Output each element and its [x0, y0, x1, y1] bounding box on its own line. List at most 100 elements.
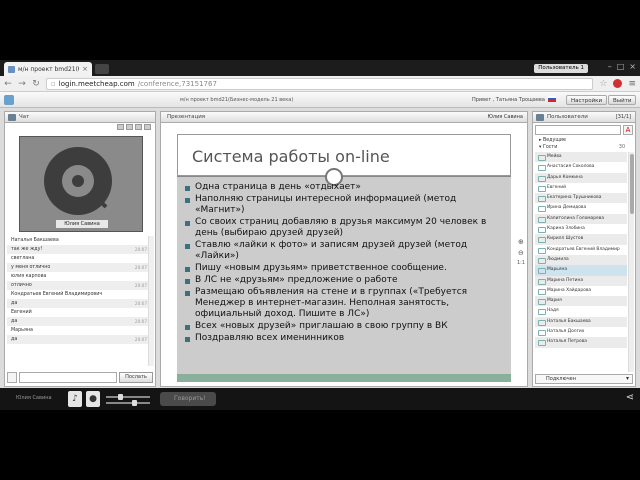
forward-icon[interactable]: →	[18, 79, 26, 89]
language-flag-icon[interactable]	[548, 96, 556, 102]
chat-message-input[interactable]	[19, 372, 117, 383]
no-camera-icon	[44, 147, 112, 215]
extension-icon[interactable]	[613, 79, 623, 88]
users-search-row: A	[535, 125, 633, 135]
user-list-item[interactable]: Марьяна	[535, 265, 627, 276]
chat-message-text: у меня отлично	[11, 265, 51, 270]
slide-divider	[177, 176, 511, 177]
chat-message-text: да	[11, 337, 18, 342]
user-list-item[interactable]: Дарья Комкина	[535, 172, 627, 183]
user-list-item[interactable]: Анастасия Соколова	[535, 162, 627, 172]
presentation-header: Презентация Юлия Савина	[161, 112, 527, 123]
users-scrollbar[interactable]	[628, 152, 634, 372]
group-guests[interactable]: ▾ Гости 30	[535, 144, 627, 151]
webcam-video: Юлия Савина	[19, 136, 143, 232]
slide-bullet: В ЛС не «друзьям» предложение о работе	[185, 275, 507, 286]
slide: Система работы on-line Одна страница в д…	[177, 134, 511, 382]
chat-tool-icon[interactable]	[135, 124, 142, 130]
user-list-item[interactable]: Людмила	[535, 254, 627, 266]
chat-message-text: да	[11, 301, 18, 306]
webcam-user-label: Юлия Савина	[56, 220, 108, 228]
chat-message: да 20:07	[7, 299, 149, 308]
reload-icon[interactable]: ↻	[32, 79, 40, 89]
send-button[interactable]: Послать	[119, 372, 153, 383]
slide-bullet: Наполняю страницы интересной информацией…	[185, 194, 507, 216]
mic-volume-slider[interactable]	[106, 394, 150, 400]
chat-message: да 20:07	[7, 335, 149, 344]
user-list-item[interactable]: Наталья Долгих	[535, 327, 627, 337]
chat-title: Чат	[19, 114, 30, 120]
app-logo-icon	[4, 94, 14, 105]
slide-bullet: Поздравляю всех именинников	[185, 333, 507, 344]
media-control-bar: Юлия Савина ♪ ● Говорить! ⋖	[0, 388, 640, 410]
main-area: Чат Юлия Савина Наталья Бакшаева так же ж…	[0, 108, 640, 388]
user-list-item[interactable]: Марина Петина	[535, 275, 627, 286]
window-controls: – □ ×	[608, 62, 636, 71]
user-list-item[interactable]: Евгений	[535, 183, 627, 193]
chat-tool-icon[interactable]	[117, 124, 124, 130]
users-scroll-thumb[interactable]	[630, 154, 634, 214]
microphone-icon[interactable]: ♪	[68, 391, 82, 407]
users-icon	[536, 114, 544, 121]
talk-button[interactable]: Говорить!	[160, 392, 216, 406]
smiley-icon[interactable]	[7, 372, 17, 383]
zoom-level[interactable]: 1:1	[517, 260, 525, 266]
browser-tab-bar: м/н проект bmd21(бо × Пользователь 1 – □…	[0, 60, 640, 76]
new-tab-button[interactable]	[95, 64, 109, 74]
browser-menu-icon[interactable]: ≡	[628, 79, 636, 89]
status-select[interactable]: Подключен	[535, 374, 633, 384]
share-icon[interactable]: ⋖	[626, 392, 634, 403]
group-leaders-label: Ведущие	[542, 138, 566, 143]
group-leaders[interactable]: ▸ Ведущие	[535, 137, 627, 144]
minimize-icon[interactable]: –	[608, 62, 612, 71]
user-list-item[interactable]: Карина Злобина	[535, 224, 627, 234]
user-list-item[interactable]: Кондратьев Евгений Владимир	[535, 245, 627, 255]
users-header: Пользователи [31/1]	[533, 112, 635, 123]
camera-icon[interactable]: ●	[86, 391, 100, 407]
user-list-item[interactable]: Наталья Петрова	[535, 337, 627, 348]
exit-button[interactable]: Выйти	[608, 95, 637, 105]
bookmark-star-icon[interactable]: ☆	[599, 79, 607, 89]
slide-bullet: Со своих страниц добавляю в друзья макси…	[185, 217, 507, 239]
chat-tool-icon[interactable]	[126, 124, 133, 130]
speaker-volume-slider[interactable]	[106, 400, 150, 406]
url-host: login.meetcheap.com	[58, 79, 135, 88]
chat-tool-icon[interactable]	[144, 124, 151, 130]
zoom-tools: ⊕ ⊖ 1:1	[517, 238, 525, 266]
zoom-out-icon[interactable]: ⊖	[518, 249, 524, 257]
chat-message: светлана	[7, 254, 149, 263]
browser-tab[interactable]: м/н проект bmd21(бо ×	[4, 62, 92, 76]
user-list-item[interactable]: Кирилл Шустов	[535, 234, 627, 245]
user-list-item[interactable]: Марина Хайдарова	[535, 286, 627, 296]
tab-close-icon[interactable]: ×	[82, 65, 88, 73]
user-list-item[interactable]: Капитолина Голомарева	[535, 213, 627, 225]
slide-bullet: Всех «новых друзей» приглашаю в свою гру…	[185, 321, 507, 332]
slide-bullet: Одна страница в день «отдыхает»	[185, 182, 507, 193]
chat-message-time: 20:07	[134, 283, 147, 288]
maximize-icon[interactable]: □	[617, 62, 625, 71]
chat-message: Кондратьев Евгений Владимирович	[7, 290, 149, 299]
url-input[interactable]: ▫ login.meetcheap.com/conference,7315176…	[46, 77, 594, 90]
user-list-item[interactable]: Екатерина Трушникова	[535, 193, 627, 204]
chat-scrollbar[interactable]	[148, 236, 154, 366]
user-list-item[interactable]: Мейва	[535, 152, 627, 163]
user-list-item[interactable]: Надя	[535, 306, 627, 316]
mic-volume-knob[interactable]	[118, 394, 123, 400]
group-guests-label: Гости	[542, 145, 558, 150]
speaker-volume-knob[interactable]	[132, 400, 137, 406]
tab-favicon-icon	[8, 65, 15, 73]
browser-user-badge[interactable]: Пользователь 1	[534, 64, 588, 73]
user-list-item[interactable]: Ирина Демидова	[535, 203, 627, 213]
back-icon[interactable]: ←	[4, 79, 12, 89]
chat-message: юлия карпова	[7, 272, 149, 281]
zoom-in-icon[interactable]: ⊕	[518, 238, 524, 246]
users-search-input[interactable]	[535, 125, 621, 135]
user-list-item[interactable]: Наталья Бакшаева	[535, 316, 627, 328]
font-size-icon[interactable]: A	[623, 125, 633, 135]
user-list-item[interactable]: Мария	[535, 296, 627, 307]
room-title: м/н проект bmd21(Бизнес-модель 21 века)	[180, 96, 294, 103]
slide-bullets: Одна страница в день «отдыхает» Наполняю …	[185, 182, 507, 345]
close-window-icon[interactable]: ×	[629, 62, 636, 71]
chat-message-text: да	[11, 319, 18, 324]
settings-button[interactable]: Настройки	[566, 95, 608, 105]
